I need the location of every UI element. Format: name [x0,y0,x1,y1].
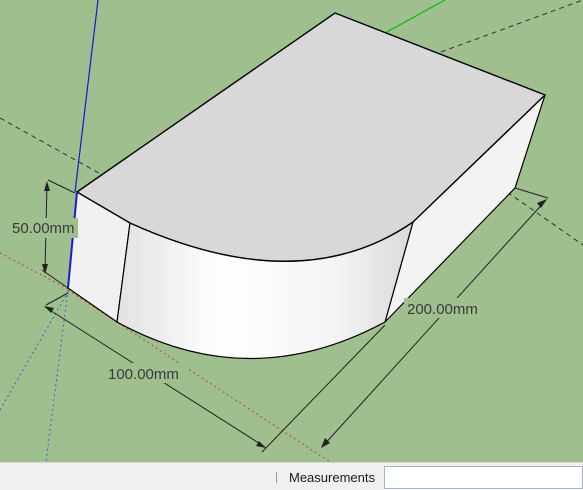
status-bar: Measurements [0,462,583,490]
measurements-input[interactable] [384,466,583,489]
measurements-label: Measurements [289,470,375,485]
height-dimension-label: 50.00mm [12,220,75,237]
width-dimension-label: 100.00mm [108,366,179,383]
modeling-viewport[interactable]: 50.00mm 100.00mm 200.00mm [0,0,583,462]
viewport-canvas[interactable]: 50.00mm 100.00mm 200.00mm [0,0,583,462]
length-dimension-label: 200.00mm [407,301,478,318]
status-separator [276,472,277,483]
